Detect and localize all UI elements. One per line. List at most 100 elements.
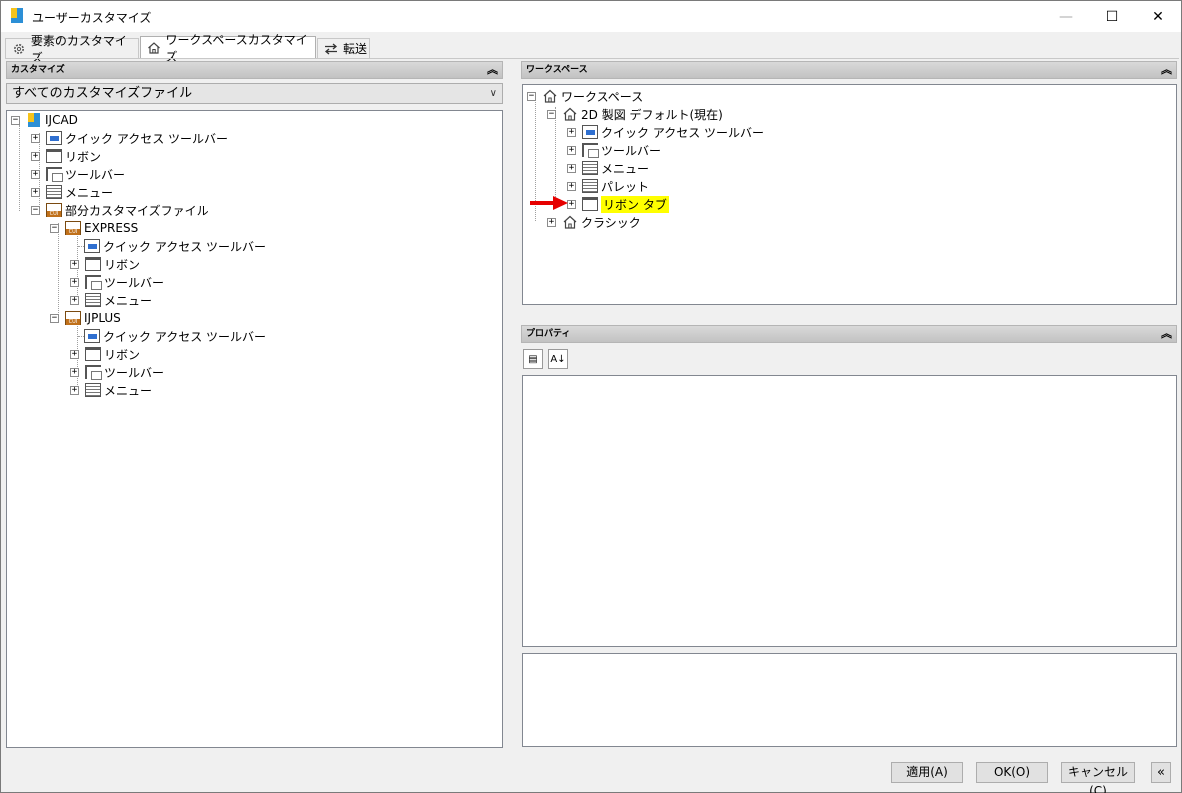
tab-element-customize[interactable]: 要素のカスタマイズ — [5, 34, 139, 65]
tree-node-label: クイック アクセス ツールバー — [65, 131, 229, 146]
panel-title: ワークスペース — [526, 65, 588, 75]
collapse-icon[interactable]: − — [50, 313, 59, 323]
tree-node-partial-customize-files[interactable]: − 部分カスタマイズファイル — [31, 201, 209, 219]
collapse-icon[interactable]: − — [11, 115, 20, 125]
cui-file-icon — [65, 221, 81, 235]
tree-node-label: 2D 製図 デフォルト(現在) — [581, 107, 723, 122]
title-bar: ユーザーカスタマイズ — ☐ ✕ — [1, 1, 1181, 32]
collapse-icon[interactable]: − — [50, 223, 59, 233]
minimize-button[interactable]: — — [1043, 1, 1089, 32]
cancel-button[interactable]: キャンセル(C) — [1061, 762, 1135, 793]
tab-workspace-customize[interactable]: ワークスペースカスタマイズ — [140, 33, 316, 64]
tree-node-ws-ribbon-tab[interactable]: + リボン タブ — [567, 195, 669, 213]
expand-icon[interactable]: + — [70, 295, 79, 305]
tree-node-label: ツールバー — [104, 275, 165, 290]
tree-node-label: メニュー — [601, 161, 650, 176]
ribbon-icon — [46, 149, 62, 163]
tree-connector — [19, 125, 20, 211]
app-icon — [10, 8, 24, 24]
collapse-icon[interactable]: − — [527, 91, 536, 101]
selected-file-filter: すべてのカスタマイズファイル — [12, 86, 193, 101]
expand-icon[interactable]: + — [31, 133, 40, 143]
workspace-tree: − ワークスペース − 2D 製図 デフォルト(現在) + クイック アクセス … — [522, 84, 1177, 305]
panel-title: カスタマイズ — [11, 65, 65, 75]
toolbar-icon — [46, 167, 63, 182]
ribbon-icon — [582, 197, 598, 211]
expand-icon[interactable]: + — [567, 163, 576, 173]
collapse-dialog-button[interactable]: « — [1151, 762, 1171, 783]
home-icon — [146, 40, 162, 56]
tree-node-menu[interactable]: + メニュー — [31, 183, 113, 201]
expand-icon[interactable]: + — [31, 151, 40, 161]
tree-node-label: EXPRESS — [84, 221, 139, 235]
expand-icon[interactable]: + — [567, 181, 576, 191]
tree-node-ribbon[interactable]: + リボン — [31, 147, 101, 165]
menu-icon — [582, 161, 598, 175]
expand-icon[interactable]: + — [70, 277, 79, 287]
expand-icon[interactable]: + — [31, 169, 40, 179]
tree-node-label: クラシック — [581, 215, 641, 230]
expand-icon[interactable]: + — [70, 259, 79, 269]
collapse-panel-icon[interactable]: ︽ — [1161, 62, 1172, 78]
tree-node-ijplus-menu[interactable]: + メニュー — [70, 381, 152, 399]
tree-node-label: リボン — [104, 347, 141, 362]
tree-node-label: パレット — [601, 179, 650, 194]
panel-title: プロパティ — [526, 329, 571, 339]
tree-node-ws-quick-access-toolbar[interactable]: + クイック アクセス ツールバー — [567, 123, 764, 141]
apply-button[interactable]: 適用(A) — [891, 762, 963, 783]
tree-node-toolbar[interactable]: + ツールバー — [31, 165, 125, 183]
tab-label: 転送 — [343, 42, 368, 56]
tree-node-express-toolbar[interactable]: + ツールバー — [70, 273, 164, 291]
expand-icon[interactable]: + — [567, 127, 576, 137]
tree-node-label: ツールバー — [104, 365, 165, 380]
tree-node-ijplus[interactable]: − IJPLUS — [50, 309, 121, 327]
tree-node-ijplus-toolbar[interactable]: + ツールバー — [70, 363, 164, 381]
expand-icon[interactable]: + — [567, 145, 576, 155]
home-icon — [542, 89, 558, 103]
tree-node-express[interactable]: − EXPRESS — [50, 219, 138, 237]
ok-button[interactable]: OK(O) — [976, 762, 1048, 783]
collapse-icon[interactable]: − — [31, 205, 40, 215]
cui-file-icon — [46, 203, 62, 217]
maximize-button[interactable]: ☐ — [1089, 1, 1135, 32]
tree-node-label: クイック アクセス ツールバー — [103, 329, 267, 344]
sort-az-icon: A↓ — [550, 353, 566, 365]
tree-node-quick-access-toolbar[interactable]: + クイック アクセス ツールバー — [31, 129, 228, 147]
tree-node-label: ワークスペース — [561, 89, 644, 104]
sort-alphabetical-button[interactable]: A↓ — [548, 349, 568, 369]
tree-node-ws-toolbar[interactable]: + ツールバー — [567, 141, 661, 159]
tree-node-workspaces[interactable]: − ワークスペース — [527, 87, 643, 105]
home-icon — [562, 215, 578, 229]
customize-file-select[interactable]: すべてのカスタマイズファイル ∨ — [6, 83, 503, 104]
customize-tree: − IJCAD + クイック アクセス ツールバー + リボン + ツールバー … — [6, 110, 503, 748]
expand-icon[interactable]: + — [547, 217, 556, 227]
menu-icon — [46, 185, 62, 199]
tree-node-express-quick-access-toolbar[interactable]: クイック アクセス ツールバー — [84, 237, 266, 255]
expand-icon[interactable]: + — [70, 367, 79, 377]
expand-icon[interactable]: + — [70, 385, 79, 395]
close-button[interactable]: ✕ — [1135, 1, 1181, 32]
tree-node-classic[interactable]: + クラシック — [547, 213, 641, 231]
toolbar-icon — [85, 275, 102, 290]
tab-transfer[interactable]: 転送 — [317, 38, 370, 58]
tree-node-label: リボン タブ — [601, 195, 669, 213]
tree-node-ws-palette[interactable]: + パレット — [567, 177, 649, 195]
expand-icon[interactable]: + — [70, 349, 79, 359]
expand-icon[interactable]: + — [31, 187, 40, 197]
double-chevron-left-icon: « — [1157, 765, 1165, 780]
categorized-button[interactable]: ▤ — [523, 349, 543, 369]
property-grid[interactable] — [522, 375, 1177, 647]
tree-node-label: メニュー — [104, 383, 153, 398]
tree-node-ws-menu[interactable]: + メニュー — [567, 159, 649, 177]
tree-node-label: IJCAD — [45, 113, 78, 127]
collapse-icon[interactable]: − — [547, 109, 556, 119]
tree-node-express-menu[interactable]: + メニュー — [70, 291, 152, 309]
collapse-panel-icon[interactable]: ︽ — [487, 62, 498, 78]
tree-node-ijplus-ribbon[interactable]: + リボン — [70, 345, 140, 363]
tree-node-2d-drafting-default[interactable]: − 2D 製図 デフォルト(現在) — [547, 105, 723, 123]
tree-node-label: メニュー — [104, 293, 153, 308]
collapse-panel-icon[interactable]: ︽ — [1161, 326, 1172, 342]
tree-node-express-ribbon[interactable]: + リボン — [70, 255, 140, 273]
tree-node-ijplus-quick-access-toolbar[interactable]: クイック アクセス ツールバー — [84, 327, 266, 345]
tree-node-ijcad[interactable]: − IJCAD — [11, 111, 78, 129]
